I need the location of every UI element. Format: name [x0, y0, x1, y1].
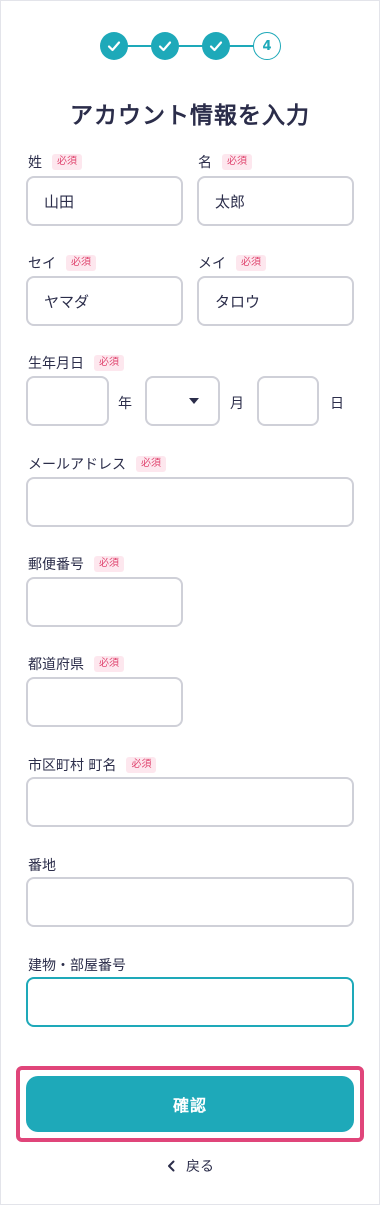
first-name-label-text: 名 — [198, 155, 212, 171]
back-link-label: 戻る — [186, 1159, 214, 1175]
first-name-input[interactable]: 太郎 — [197, 176, 354, 226]
last-name-input[interactable]: 山田 — [26, 176, 183, 226]
last-name-label: 姓 必須 — [28, 152, 82, 172]
required-badge: 必須 — [236, 255, 266, 271]
birth-day-input[interactable] — [257, 376, 319, 426]
birthday-label-text: 生年月日 — [28, 356, 84, 372]
last-name-kana-label-text: セイ — [28, 256, 56, 272]
year-unit: 年 — [118, 396, 132, 412]
email-input[interactable] — [26, 477, 354, 527]
birth-year-input[interactable] — [26, 376, 109, 426]
confirm-button[interactable]: 確認 — [26, 1076, 354, 1132]
first-name-kana-input[interactable]: タロウ — [197, 276, 354, 326]
address-label: 番地 — [28, 855, 56, 875]
last-name-kana-input[interactable]: ヤマダ — [26, 276, 183, 326]
required-badge: 必須 — [126, 757, 157, 773]
first-name-kana-label: メイ 必須 — [198, 253, 266, 273]
required-badge: 必須 — [136, 456, 166, 472]
first-name-kana-label-text: メイ — [198, 256, 226, 272]
step-1-complete — [100, 32, 128, 60]
prefecture-label-text: 都道府県 — [28, 657, 84, 673]
birth-month-select[interactable] — [145, 376, 220, 426]
prefecture-input[interactable] — [26, 677, 183, 727]
address-label-text: 番地 — [28, 858, 56, 874]
city-label: 市区町村 町名 必須 — [28, 755, 157, 775]
building-input[interactable] — [26, 977, 354, 1027]
step-4-current: 4 — [253, 32, 281, 60]
street-address-input[interactable] — [26, 877, 354, 927]
month-unit: 月 — [230, 396, 244, 412]
chevron-down-icon — [189, 398, 199, 404]
building-label-text: 建物・部屋番号 — [28, 958, 126, 974]
last-name-kana-label: セイ 必須 — [28, 253, 96, 273]
required-badge: 必須 — [52, 154, 82, 170]
postal-code-label: 郵便番号 必須 — [28, 554, 124, 574]
postal-code-input[interactable] — [26, 577, 183, 627]
city-label-text: 市区町村 町名 — [28, 758, 117, 774]
required-badge: 必須 — [66, 255, 96, 271]
building-label: 建物・部屋番号 — [28, 955, 126, 975]
progress-stepper: 4 — [100, 32, 281, 60]
check-icon — [107, 41, 121, 52]
check-icon — [158, 41, 172, 52]
page-title: アカウント情報を入力 — [70, 103, 310, 129]
prefecture-label: 都道府県 必須 — [28, 654, 124, 674]
required-badge: 必須 — [94, 556, 124, 572]
city-input[interactable] — [26, 777, 354, 827]
required-badge: 必須 — [94, 656, 124, 672]
step-2-complete — [151, 32, 179, 60]
chevron-left-icon — [168, 1160, 175, 1172]
postal-code-label-text: 郵便番号 — [28, 557, 84, 573]
required-badge: 必須 — [94, 355, 124, 371]
email-label: メールアドレス 必須 — [28, 454, 166, 474]
required-badge: 必須 — [222, 154, 252, 170]
day-unit: 日 — [330, 396, 344, 412]
first-name-label: 名 必須 — [198, 152, 252, 172]
back-link[interactable]: 戻る — [0, 1156, 380, 1176]
check-icon — [209, 41, 223, 52]
last-name-label-text: 姓 — [28, 155, 42, 171]
birthday-label: 生年月日 必須 — [28, 353, 124, 373]
email-label-text: メールアドレス — [28, 457, 126, 473]
stepper-line — [120, 45, 260, 47]
step-3-complete — [202, 32, 230, 60]
